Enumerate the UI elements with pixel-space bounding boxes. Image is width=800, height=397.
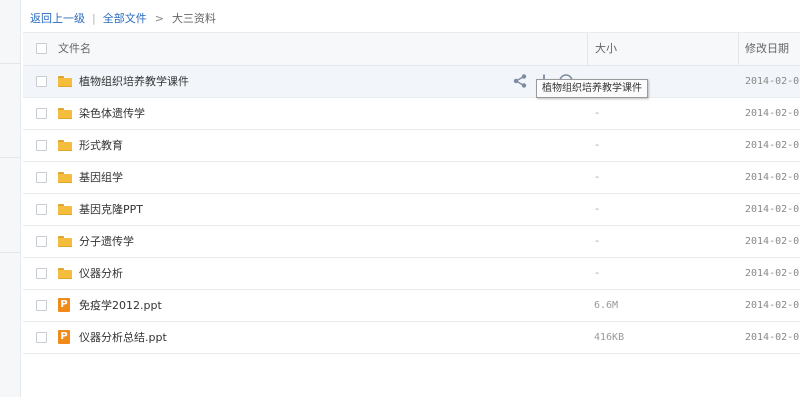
column-divider bbox=[738, 33, 739, 65]
file-date: 2014-02-01 bbox=[745, 76, 800, 87]
column-divider bbox=[587, 33, 588, 65]
all-files-link[interactable]: 全部文件 bbox=[103, 12, 147, 25]
breadcrumb-separator: | bbox=[92, 12, 96, 25]
row-checkbox[interactable] bbox=[36, 204, 47, 215]
breadcrumb: 返回上一级 | 全部文件 > 大三资料 bbox=[30, 10, 216, 28]
file-name[interactable]: 形式教育 bbox=[79, 130, 123, 161]
ppt-file-icon: P bbox=[58, 298, 70, 312]
file-size: - bbox=[594, 172, 601, 183]
file-name[interactable]: 基因克隆PPT bbox=[79, 194, 143, 225]
file-size: - bbox=[594, 204, 601, 215]
folder-icon bbox=[58, 108, 72, 119]
file-date: 2014-02-01 bbox=[745, 108, 800, 119]
table-row[interactable]: 染色体遗传学 - 2014-02-01 bbox=[23, 98, 800, 130]
file-date: 2014-02-01 bbox=[745, 236, 800, 247]
table-row[interactable]: 植物组织培养教学课件-2014-02-01 bbox=[23, 66, 800, 98]
share-icon[interactable] bbox=[512, 73, 528, 89]
ppt-file-icon: P bbox=[58, 330, 70, 344]
row-checkbox[interactable] bbox=[36, 236, 47, 247]
file-name[interactable]: 仪器分析 bbox=[79, 258, 123, 289]
column-date-header[interactable]: 修改日期 bbox=[745, 33, 800, 86]
file-date: 2014-02-01 bbox=[745, 204, 800, 215]
table-row[interactable]: P 仪器分析总结.ppt 416KB 2014-02-01 bbox=[23, 322, 800, 354]
row-checkbox[interactable] bbox=[36, 300, 47, 311]
file-size: - bbox=[594, 140, 601, 151]
table-row[interactable]: 分子遗传学 - 2014-02-01 bbox=[23, 226, 800, 258]
file-list: 文件名 大小 修改日期 植物组织培养教学课件-2014-02-01染色体遗传学-… bbox=[23, 32, 800, 354]
back-link[interactable]: 返回上一级 bbox=[30, 12, 85, 25]
table-row[interactable]: 基因组学 - 2014-02-01 bbox=[23, 162, 800, 194]
file-size: - bbox=[594, 268, 601, 279]
column-size-header[interactable]: 大小 bbox=[595, 33, 617, 65]
folder-icon bbox=[58, 140, 72, 151]
current-folder: 大三资料 bbox=[171, 12, 216, 25]
file-name[interactable]: 分子遗传学 bbox=[79, 226, 134, 257]
sidebar-divider bbox=[0, 252, 20, 253]
select-all-checkbox[interactable] bbox=[36, 43, 47, 54]
row-checkbox[interactable] bbox=[36, 108, 47, 119]
file-size: 6.6M bbox=[594, 300, 619, 311]
file-list-header: 文件名 大小 修改日期 bbox=[23, 32, 800, 86]
file-size: - bbox=[594, 108, 601, 119]
table-row[interactable]: 形式教育 - 2014-02-01 bbox=[23, 130, 800, 162]
folder-icon bbox=[58, 172, 72, 183]
column-name-header[interactable]: 文件名 bbox=[58, 33, 91, 65]
file-size: - bbox=[594, 236, 601, 247]
table-row[interactable]: P 免疫学2012.ppt 6.6M 2014-02-01 bbox=[23, 290, 800, 322]
table-row[interactable]: 仪器分析 - 2014-02-01 bbox=[23, 258, 800, 290]
row-checkbox[interactable] bbox=[36, 268, 47, 279]
file-date: 2014-02-01 bbox=[745, 172, 800, 183]
folder-icon bbox=[58, 76, 72, 87]
file-name[interactable]: 基因组学 bbox=[79, 162, 123, 193]
row-checkbox[interactable] bbox=[36, 332, 47, 343]
folder-icon bbox=[58, 204, 72, 215]
file-size: 416KB bbox=[594, 332, 625, 343]
table-row[interactable]: 基因克隆PPT - 2014-02-01 bbox=[23, 194, 800, 226]
sidebar-divider bbox=[0, 63, 20, 64]
tooltip: 植物组织培养教学课件 bbox=[536, 79, 648, 98]
file-name[interactable]: 仪器分析总结.ppt bbox=[79, 322, 167, 353]
left-sidebar-strip bbox=[0, 0, 21, 397]
folder-icon bbox=[58, 268, 72, 279]
row-checkbox[interactable] bbox=[36, 76, 47, 87]
row-checkbox[interactable] bbox=[36, 172, 47, 183]
file-date: 2014-02-01 bbox=[745, 140, 800, 151]
column-date-label: 修改日期 bbox=[745, 42, 789, 55]
file-date: 2014-02-01 bbox=[745, 268, 800, 279]
row-checkbox[interactable] bbox=[36, 140, 47, 151]
sidebar-divider bbox=[0, 157, 20, 158]
breadcrumb-arrow: > bbox=[154, 12, 164, 25]
folder-icon bbox=[58, 236, 72, 247]
file-date: 2014-02-01 bbox=[745, 300, 800, 311]
file-date: 2014-02-01 bbox=[745, 332, 800, 343]
file-name[interactable]: 免疫学2012.ppt bbox=[79, 290, 162, 321]
file-name[interactable]: 植物组织培养教学课件 bbox=[79, 66, 189, 97]
file-name[interactable]: 染色体遗传学 bbox=[79, 98, 145, 129]
